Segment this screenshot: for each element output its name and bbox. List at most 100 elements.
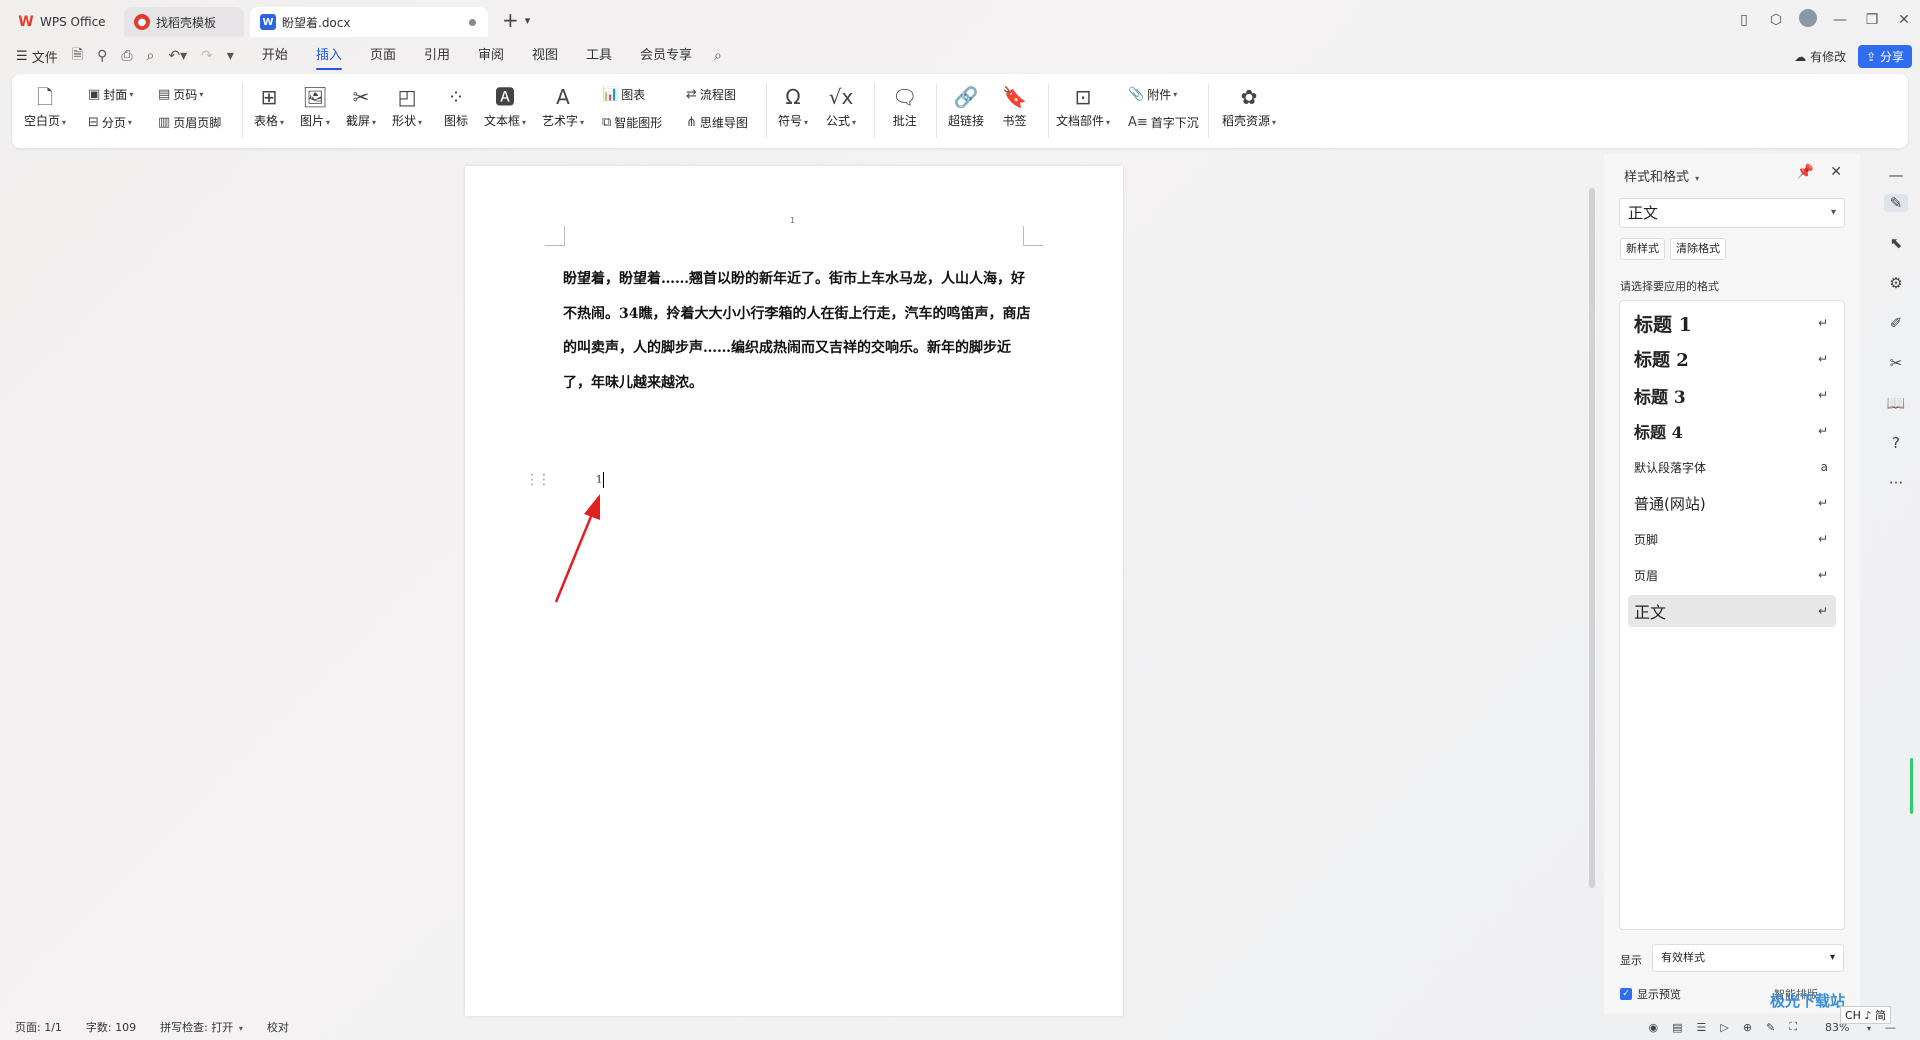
fit-page-icon[interactable]: ⛶ bbox=[1789, 1020, 1797, 1034]
reader-icon[interactable]: 📖 bbox=[1884, 394, 1908, 412]
hyperlink-button[interactable]: 🔗 超链接 bbox=[948, 82, 984, 129]
tab-tools[interactable]: 工具 bbox=[586, 40, 612, 72]
tab-wps-office[interactable]: W WPS Office bbox=[8, 7, 118, 37]
textbox-button[interactable]: 🅰 文本框 ▾ bbox=[484, 82, 526, 129]
link-icon[interactable]: ⚲ bbox=[97, 48, 107, 64]
current-style-select[interactable]: 正文 ▾ bbox=[1619, 198, 1845, 228]
style-item-heading-4[interactable]: 标题 4 ↵ bbox=[1628, 415, 1836, 447]
tab-member[interactable]: 会员专享 bbox=[640, 40, 692, 72]
share-button[interactable]: ⇪ 分享 bbox=[1858, 44, 1912, 68]
style-item-heading-3[interactable]: 标题 3 ↵ bbox=[1628, 379, 1836, 411]
spell-check-toggle[interactable]: 拼写检查: 打开 ▾ bbox=[160, 1019, 243, 1035]
scrollbar-thumb[interactable] bbox=[1589, 188, 1595, 888]
restore-icon[interactable]: ❐ bbox=[1856, 12, 1888, 28]
file-menu[interactable]: ☰ 文件 bbox=[16, 47, 58, 66]
tab-page[interactable]: 页面 bbox=[370, 40, 396, 72]
save-icon[interactable]: 🗎 bbox=[72, 44, 83, 68]
style-item-normal-web[interactable]: 普通(网站) ↵ bbox=[1628, 487, 1836, 519]
cursor-line[interactable]: 1 bbox=[596, 472, 605, 488]
table-button[interactable]: ⊞ 表格 ▾ bbox=[254, 82, 284, 129]
tab-start[interactable]: 开始 bbox=[262, 40, 288, 72]
tab-view[interactable]: 视图 bbox=[532, 40, 558, 72]
page-number-button[interactable]: ▤ 页码 ▾ bbox=[158, 86, 203, 103]
help-icon[interactable]: ? bbox=[1884, 434, 1908, 452]
style-item-heading-1[interactable]: 标题 1 ↵ bbox=[1628, 307, 1836, 339]
web-view-icon[interactable]: ⊕ bbox=[1743, 1021, 1752, 1034]
pen-icon[interactable]: ✎ bbox=[1766, 1021, 1775, 1034]
pen-style-icon[interactable]: ✎ bbox=[1884, 194, 1908, 212]
undo-icon[interactable]: ↶▾ bbox=[168, 48, 187, 64]
drop-cap-button[interactable]: A≡ 首字下沉 bbox=[1128, 114, 1199, 131]
ime-indicator[interactable]: CH ♪ 简 bbox=[1840, 1006, 1891, 1024]
avatar[interactable] bbox=[1792, 9, 1824, 31]
chart-icon: 📊 bbox=[602, 87, 619, 102]
show-preview-checkbox[interactable]: ✓ 显示预览 bbox=[1620, 986, 1681, 1002]
new-style-button[interactable]: 新样式 bbox=[1620, 238, 1665, 260]
outline-view-icon[interactable]: ☰ bbox=[1697, 1021, 1707, 1034]
cube-icon[interactable]: ⬡ bbox=[1760, 12, 1792, 28]
icon-button[interactable]: ⁘ 图标 bbox=[444, 82, 468, 129]
tools-icon[interactable]: ✂ bbox=[1884, 354, 1908, 372]
panel-title[interactable]: 样式和格式 ▾ bbox=[1624, 166, 1699, 185]
page-indicator[interactable]: 页面: 1/1 bbox=[15, 1019, 62, 1035]
show-filter-select[interactable]: 有效样式 ▾ bbox=[1652, 944, 1844, 972]
style-item-heading-2[interactable]: 标题 2 ↵ bbox=[1628, 343, 1836, 375]
cover-button[interactable]: ▣ 封面 ▾ bbox=[88, 86, 133, 103]
more-icon[interactable]: ··· bbox=[1884, 474, 1908, 492]
eye-icon[interactable]: ◉ bbox=[1649, 1021, 1659, 1034]
select-cursor-icon[interactable]: ⬉ bbox=[1884, 234, 1908, 252]
screenshot-button[interactable]: ✂ 截屏 ▾ bbox=[346, 82, 376, 129]
tab-document[interactable]: W 盼望着.docx bbox=[250, 7, 488, 37]
document-paragraph[interactable]: 盼望着，盼望着……翘首以盼的新年近了。街市上车水马龙，人山人海，好不热闹。34瞧… bbox=[563, 262, 1035, 400]
edit-document-icon[interactable]: ✐ bbox=[1884, 314, 1908, 332]
page-view-icon[interactable]: ▤ bbox=[1672, 1021, 1682, 1034]
style-item-body[interactable]: 正文 ↵ bbox=[1628, 595, 1836, 627]
chart-button[interactable]: 📊 图表 bbox=[602, 86, 645, 103]
doc-parts-button[interactable]: ⊡ 文档部件 ▾ bbox=[1056, 82, 1110, 129]
document-scrollbar[interactable] bbox=[1588, 160, 1596, 888]
unsaved-dot-icon[interactable] bbox=[469, 18, 476, 26]
redo-icon[interactable]: ↷ bbox=[201, 48, 213, 64]
layout-icon[interactable]: ▯ bbox=[1728, 12, 1760, 28]
proofread-button[interactable]: 校对 bbox=[267, 1019, 289, 1035]
smart-graphic-button[interactable]: ⧉ 智能图形 bbox=[602, 114, 662, 131]
shape-button[interactable]: ◰ 形状 ▾ bbox=[392, 82, 422, 129]
print-icon[interactable]: ⎙ bbox=[121, 48, 132, 64]
quick-access-chevron-icon[interactable]: ▾ bbox=[227, 48, 234, 64]
page-break-button[interactable]: ⊟ 分页 ▾ bbox=[88, 114, 132, 131]
style-item-footer[interactable]: 页脚 ↵ bbox=[1628, 523, 1836, 555]
comment-button[interactable]: 🗨 批注 bbox=[892, 82, 917, 129]
style-item-header[interactable]: 页眉 ↵ bbox=[1628, 559, 1836, 591]
drag-handle-icon[interactable]: ⋮⋮ bbox=[525, 472, 551, 488]
style-item-default-font[interactable]: 默认段落字体 a bbox=[1628, 451, 1836, 483]
changes-indicator[interactable]: ☁ 有修改 bbox=[1794, 48, 1846, 65]
docer-resource-button[interactable]: ✿ 稻壳资源 ▾ bbox=[1222, 82, 1276, 129]
settings-sliders-icon[interactable]: ⚙ bbox=[1884, 274, 1908, 292]
header-footer-button[interactable]: ▥ 页眉页脚 bbox=[158, 114, 221, 131]
picture-button[interactable]: 🖼 图片 ▾ bbox=[300, 82, 330, 129]
symbol-button[interactable]: Ω 符号 ▾ bbox=[778, 82, 808, 129]
close-panel-icon[interactable]: ✕ bbox=[1830, 164, 1842, 180]
blank-page-button[interactable]: 🗋 空白页 ▾ bbox=[24, 82, 66, 129]
bookmark-button[interactable]: 🔖 书签 bbox=[1002, 82, 1027, 129]
mindmap-button[interactable]: ⋔ 思维导图 bbox=[686, 114, 748, 131]
formula-button[interactable]: √x 公式 ▾ bbox=[826, 82, 856, 129]
word-count[interactable]: 字数: 109 bbox=[86, 1019, 136, 1035]
flowchart-button[interactable]: ⇄ 流程图 bbox=[686, 86, 736, 103]
tab-reference[interactable]: 引用 bbox=[424, 40, 450, 72]
collapse-icon[interactable]: — bbox=[1884, 166, 1908, 184]
new-tab-plus-icon[interactable]: + bbox=[502, 8, 519, 32]
attachment-button[interactable]: 📎 附件 ▾ bbox=[1128, 86, 1177, 103]
print-preview-icon[interactable]: ⌕ bbox=[147, 48, 155, 64]
minimize-icon[interactable]: — bbox=[1824, 12, 1856, 28]
tab-review[interactable]: 审阅 bbox=[478, 40, 504, 72]
wordart-button[interactable]: A 艺术字 ▾ bbox=[542, 82, 584, 129]
clear-format-button[interactable]: 清除格式 bbox=[1670, 238, 1726, 260]
tab-template[interactable]: ● 找稻壳模板 bbox=[124, 7, 244, 37]
close-window-icon[interactable]: ✕ bbox=[1888, 12, 1920, 28]
pin-icon[interactable]: 📌 bbox=[1797, 164, 1814, 180]
play-icon[interactable]: ▷ bbox=[1720, 1021, 1728, 1034]
tab-list-chevron-icon[interactable]: ▾ bbox=[525, 14, 531, 27]
search-icon[interactable]: ⌕ bbox=[714, 48, 722, 64]
tab-insert[interactable]: 插入 bbox=[315, 40, 342, 72]
